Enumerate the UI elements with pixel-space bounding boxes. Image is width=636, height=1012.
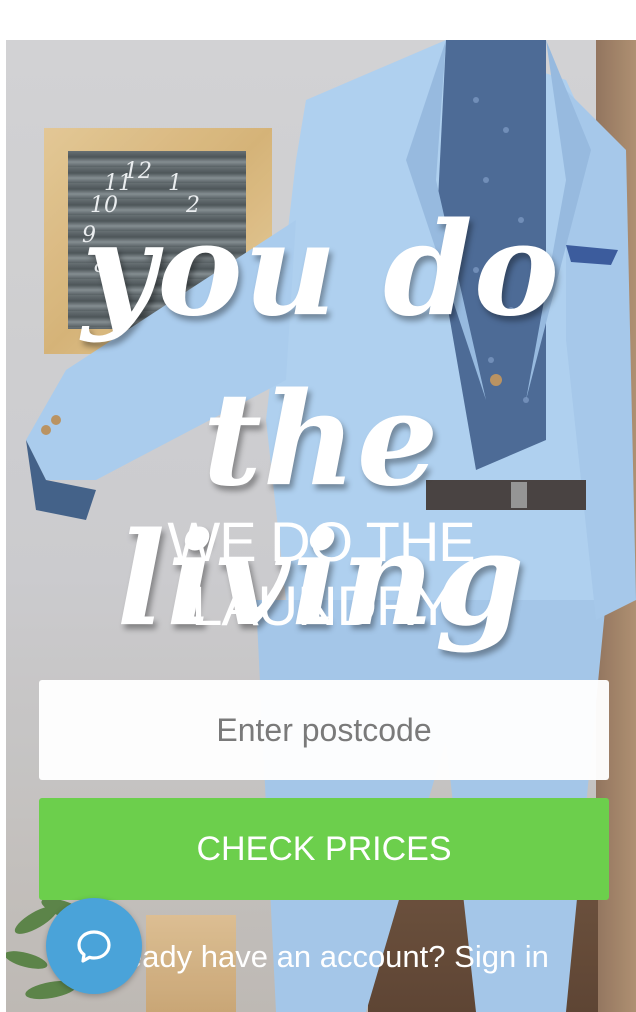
sign-in-link[interactable]: Sign in [454, 939, 549, 974]
hero-section: 12 11 1 10 2 9 8 you do the living WE DO… [6, 40, 636, 1012]
check-prices-button[interactable]: CHECK PRICES [39, 798, 609, 900]
hero-subhead-line-2: LAUNDRY [191, 574, 452, 637]
postcode-input[interactable] [39, 680, 609, 780]
chat-bubble-icon [77, 930, 111, 963]
chat-button[interactable] [46, 898, 142, 994]
hero-subhead-line-1: WE DO THE [167, 510, 475, 573]
hero-script-line-1: you do [81, 195, 561, 345]
hero-subhead: WE DO THE LAUNDRY [6, 510, 636, 638]
